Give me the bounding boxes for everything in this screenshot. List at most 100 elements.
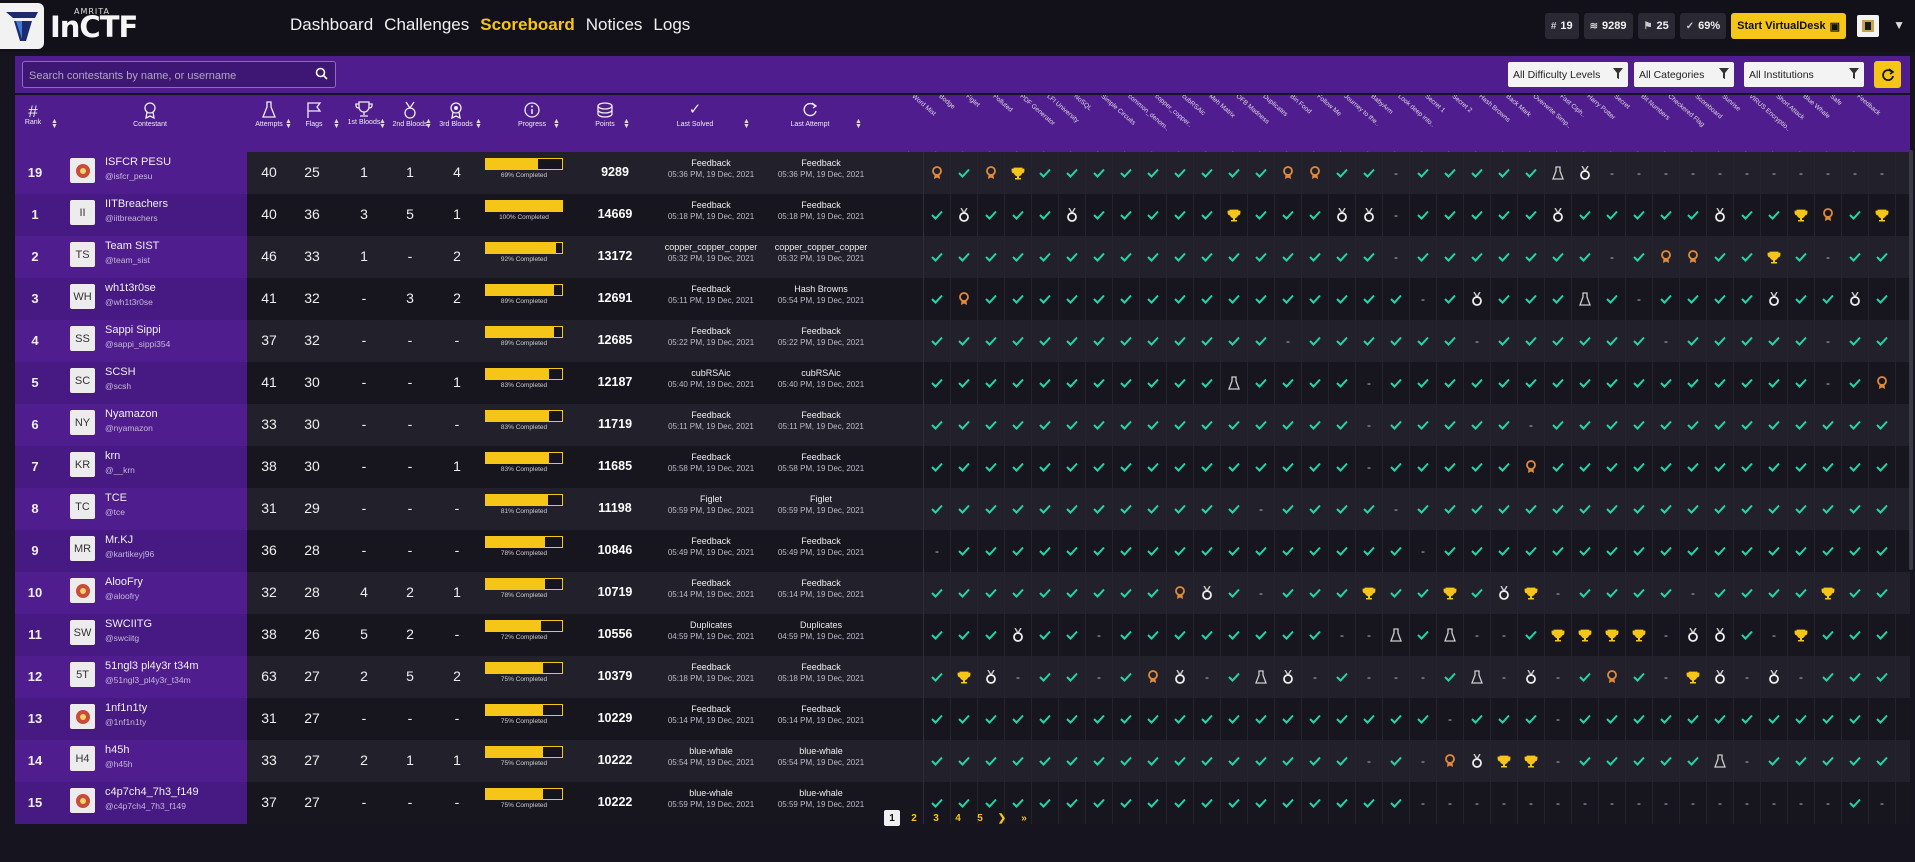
check-icon[interactable] <box>1626 320 1653 362</box>
check-icon[interactable] <box>1491 320 1518 362</box>
check-icon[interactable] <box>1707 572 1734 614</box>
check-icon[interactable] <box>1086 404 1113 446</box>
silver-medal-icon[interactable] <box>1464 278 1491 320</box>
check-icon[interactable] <box>1734 278 1761 320</box>
check-icon[interactable] <box>1410 236 1437 278</box>
check-icon[interactable] <box>1113 362 1140 404</box>
check-icon[interactable] <box>1842 530 1869 572</box>
check-icon[interactable] <box>978 530 1005 572</box>
check-icon[interactable] <box>1032 194 1059 236</box>
silver-medal-icon[interactable] <box>1707 656 1734 698</box>
check-icon[interactable] <box>1734 194 1761 236</box>
check-icon[interactable] <box>1410 320 1437 362</box>
dash-icon[interactable]: - <box>1653 656 1680 698</box>
check-icon[interactable] <box>1788 488 1815 530</box>
check-icon[interactable] <box>1302 614 1329 656</box>
check-icon[interactable] <box>1869 320 1896 362</box>
check-icon[interactable] <box>1572 320 1599 362</box>
check-icon[interactable] <box>1734 362 1761 404</box>
check-icon[interactable] <box>1167 614 1194 656</box>
check-icon[interactable] <box>1437 278 1464 320</box>
check-icon[interactable] <box>1518 152 1545 194</box>
dash-icon[interactable]: - <box>1383 194 1410 236</box>
check-icon[interactable] <box>1005 362 1032 404</box>
dash-icon[interactable]: - <box>1599 236 1626 278</box>
check-icon[interactable] <box>1761 446 1788 488</box>
check-icon[interactable] <box>1518 278 1545 320</box>
dash-icon[interactable]: - <box>1734 152 1761 194</box>
flask-icon[interactable] <box>1437 614 1464 656</box>
check-icon[interactable] <box>1788 362 1815 404</box>
check-icon[interactable] <box>1140 446 1167 488</box>
col-progress[interactable]: Progress <box>505 101 559 129</box>
institution-filter[interactable]: All Institutions <box>1744 62 1864 87</box>
check-icon[interactable] <box>1302 194 1329 236</box>
dash-icon[interactable]: - <box>1356 404 1383 446</box>
check-icon[interactable] <box>1491 530 1518 572</box>
dash-icon[interactable]: - <box>1194 656 1221 698</box>
check-icon[interactable] <box>1761 320 1788 362</box>
check-icon[interactable] <box>1788 446 1815 488</box>
dash-icon[interactable]: - <box>1437 698 1464 740</box>
col-first-bloods[interactable]: 1st Bloods <box>345 101 383 127</box>
check-icon[interactable] <box>1329 362 1356 404</box>
check-icon[interactable] <box>1599 404 1626 446</box>
check-icon[interactable] <box>1653 194 1680 236</box>
check-icon[interactable] <box>1815 530 1842 572</box>
check-icon[interactable] <box>1464 572 1491 614</box>
check-icon[interactable] <box>1518 530 1545 572</box>
check-icon[interactable] <box>1005 320 1032 362</box>
nav-challenges[interactable]: Challenges <box>384 15 469 35</box>
trophy-icon[interactable] <box>1626 614 1653 656</box>
check-icon[interactable] <box>1626 656 1653 698</box>
check-icon[interactable] <box>1707 488 1734 530</box>
dash-icon[interactable]: - <box>1869 782 1896 824</box>
challenge-header[interactable]: Follow Me <box>1315 95 1342 118</box>
team-name[interactable]: Team SIST <box>105 240 159 252</box>
check-icon[interactable] <box>1059 362 1086 404</box>
table-row[interactable]: 9 MR Mr.KJ @kartikeyj96 36 28 - - - 78% … <box>15 530 1910 572</box>
check-icon[interactable] <box>1626 530 1653 572</box>
challenge-header[interactable]: Figlet <box>964 95 981 109</box>
bronze-medal-icon[interactable] <box>1167 572 1194 614</box>
check-icon[interactable] <box>1221 320 1248 362</box>
check-icon[interactable] <box>1140 572 1167 614</box>
check-icon[interactable] <box>1437 362 1464 404</box>
check-icon[interactable] <box>1248 152 1275 194</box>
check-icon[interactable] <box>1356 236 1383 278</box>
table-row[interactable]: 10 AlooFry @aloofry 32 28 4 2 1 78% Comp… <box>15 572 1910 614</box>
check-icon[interactable] <box>1572 740 1599 782</box>
flask-icon[interactable] <box>1383 614 1410 656</box>
dash-icon[interactable]: - <box>1383 656 1410 698</box>
dash-icon[interactable]: - <box>1491 614 1518 656</box>
check-icon[interactable] <box>1410 698 1437 740</box>
sort-second-icon[interactable]: ▲ ▼ <box>425 118 432 130</box>
page-5[interactable]: 5 <box>972 810 988 826</box>
check-icon[interactable] <box>1680 530 1707 572</box>
check-icon[interactable] <box>1140 194 1167 236</box>
check-icon[interactable] <box>1275 698 1302 740</box>
check-icon[interactable] <box>1086 194 1113 236</box>
check-icon[interactable] <box>1302 740 1329 782</box>
check-icon[interactable] <box>1140 152 1167 194</box>
team-name[interactable]: c4p7ch4_7h3_f149 <box>105 786 199 798</box>
check-icon[interactable] <box>1248 782 1275 824</box>
trophy-icon[interactable] <box>1869 194 1896 236</box>
check-icon[interactable] <box>1707 236 1734 278</box>
check-icon[interactable] <box>1113 278 1140 320</box>
check-icon[interactable] <box>1275 782 1302 824</box>
check-icon[interactable] <box>1356 278 1383 320</box>
table-row[interactable]: 5 SC SCSH @scsh 41 30 - - 1 83% Complete… <box>15 362 1910 404</box>
dash-icon[interactable]: - <box>1086 656 1113 698</box>
check-icon[interactable] <box>951 488 978 530</box>
check-icon[interactable] <box>951 572 978 614</box>
check-icon[interactable] <box>1329 320 1356 362</box>
check-icon[interactable] <box>1329 278 1356 320</box>
check-icon[interactable] <box>1356 698 1383 740</box>
check-icon[interactable] <box>1194 362 1221 404</box>
trophy-icon[interactable] <box>1437 572 1464 614</box>
check-icon[interactable] <box>1275 236 1302 278</box>
check-icon[interactable] <box>1464 530 1491 572</box>
check-icon[interactable] <box>1032 614 1059 656</box>
check-icon[interactable] <box>1113 740 1140 782</box>
